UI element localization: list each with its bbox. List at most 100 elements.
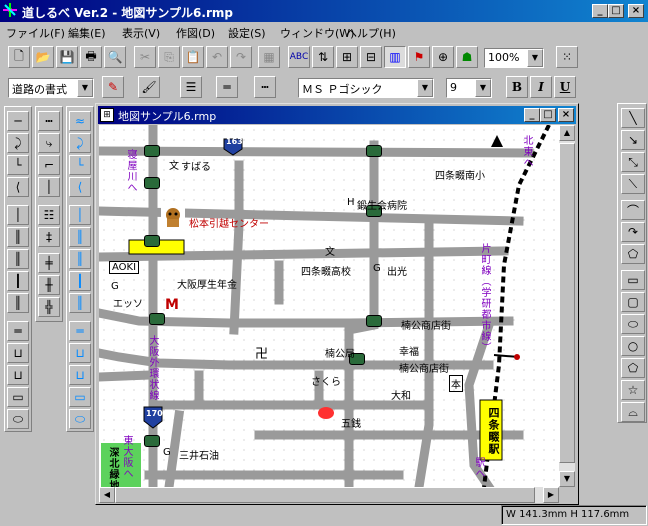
circle-icon[interactable]: ○ bbox=[621, 336, 645, 356]
map-icon[interactable]: ☗ bbox=[456, 46, 478, 68]
copy-icon[interactable]: ⎘ bbox=[158, 46, 180, 68]
column-icon[interactable]: ⊞ bbox=[336, 46, 358, 68]
arrow-line-icon[interactable]: ↘ bbox=[621, 130, 645, 150]
river-u-icon[interactable]: ⊔ bbox=[69, 343, 91, 363]
zoom-select[interactable]: 100% ▼ bbox=[484, 48, 544, 68]
road-icon[interactable]: ║ bbox=[7, 293, 29, 313]
triple-line-icon[interactable]: ┃ bbox=[7, 271, 29, 291]
print-preview-icon[interactable]: 🔍 bbox=[104, 46, 126, 68]
river-road-icon[interactable]: ║ bbox=[69, 293, 91, 313]
menu-window[interactable]: ウィンドウ(W) bbox=[280, 25, 354, 41]
curve-line-icon[interactable]: ⤸ bbox=[7, 133, 29, 153]
properties-icon[interactable]: ▦ bbox=[258, 46, 280, 68]
font-size-select[interactable]: 9 ▼ bbox=[446, 78, 492, 98]
callout-icon[interactable]: ⌓ bbox=[621, 402, 645, 422]
line-pattern-icon[interactable]: ┅ bbox=[254, 76, 276, 98]
redo-icon[interactable]: ↷ bbox=[230, 46, 252, 68]
cut-icon[interactable]: ✂ bbox=[134, 46, 156, 68]
ellipse-icon[interactable]: ⬭ bbox=[621, 314, 645, 334]
new-icon[interactable]: 🗋 bbox=[8, 46, 30, 68]
river-line-icon[interactable]: ≈ bbox=[69, 111, 91, 131]
italic-button[interactable]: I bbox=[530, 76, 552, 98]
scroll-up-icon[interactable]: ▲ bbox=[559, 125, 575, 141]
dash-road-icon[interactable]: ┅ bbox=[38, 111, 60, 131]
maximize-button[interactable]: □ bbox=[608, 4, 624, 18]
map-maximize-button[interactable]: □ bbox=[540, 108, 556, 122]
rail-triple-icon[interactable]: ╬ bbox=[38, 297, 60, 317]
bend-line-icon[interactable]: ⟨ bbox=[7, 177, 29, 197]
rectangle-icon[interactable]: ▭ bbox=[621, 270, 645, 290]
rail-horizontal-icon[interactable]: ╪ bbox=[38, 253, 60, 273]
bold-button[interactable]: B bbox=[506, 76, 528, 98]
river-bend-icon[interactable]: ⟨ bbox=[69, 177, 91, 197]
river-thick-icon[interactable]: ═ bbox=[69, 321, 91, 341]
river-oval-icon[interactable]: ⬭ bbox=[69, 409, 91, 429]
rect-road-icon[interactable]: ▭ bbox=[7, 387, 29, 407]
road-curve-icon[interactable]: ⤷ bbox=[38, 133, 60, 153]
horizontal-scrollbar[interactable]: ◀ ▶ bbox=[99, 487, 559, 503]
font-select[interactable]: ＭＳ Ｐゴシック ▼ bbox=[298, 78, 434, 98]
thick-road-icon[interactable]: ═ bbox=[7, 321, 29, 341]
dotgrid-icon[interactable]: ⁙ bbox=[556, 46, 578, 68]
pentagon-icon[interactable]: ⬠ bbox=[621, 358, 645, 378]
map-canvas[interactable]: M 163 170 文 すばる H 鍛生会病院 松本引越センター 四条畷南小 文… bbox=[99, 125, 559, 487]
rail-double-icon[interactable]: ╫ bbox=[38, 275, 60, 295]
menu-draw[interactable]: 作図(D) bbox=[176, 25, 215, 41]
horizontal-scroll-thumb[interactable] bbox=[115, 487, 535, 503]
river-vertical-icon[interactable]: │ bbox=[69, 205, 91, 225]
scroll-down-icon[interactable]: ▼ bbox=[559, 471, 575, 487]
minimize-button[interactable]: _ bbox=[592, 4, 608, 18]
vertical-line-icon[interactable]: │ bbox=[7, 205, 29, 225]
rail-icon[interactable]: ‡ bbox=[38, 227, 60, 247]
abc-text-button[interactable]: ABC bbox=[288, 46, 310, 68]
grid-icon[interactable]: ▥ bbox=[384, 46, 406, 68]
u-road2-icon[interactable]: ⊔ bbox=[7, 365, 29, 385]
river-curve-icon[interactable]: ⤸ bbox=[69, 133, 91, 153]
arc-arrow-icon[interactable]: ↷ bbox=[621, 222, 645, 242]
print-icon[interactable]: 🖶 bbox=[80, 46, 102, 68]
menu-help[interactable]: ヘルプ(H) bbox=[346, 25, 396, 41]
vertical-scrollbar[interactable]: ▲ ▼ bbox=[559, 125, 575, 487]
map-minimize-button[interactable]: _ bbox=[524, 108, 540, 122]
scroll-left-icon[interactable]: ◀ bbox=[99, 487, 115, 503]
river-triple-icon[interactable]: ┃ bbox=[69, 271, 91, 291]
arc-icon[interactable]: ⌒ bbox=[621, 200, 645, 220]
road-style-select[interactable]: 道路の書式 ▼ bbox=[8, 78, 94, 98]
river-double-icon[interactable]: ║ bbox=[69, 227, 91, 247]
road-corner-icon[interactable]: ⌐ bbox=[38, 155, 60, 175]
step-line-icon[interactable]: └ bbox=[7, 155, 29, 175]
oval-road-icon[interactable]: ⬭ bbox=[7, 409, 29, 429]
vertical-scroll-thumb[interactable] bbox=[559, 143, 575, 463]
line-shape-icon[interactable]: ╲ bbox=[621, 108, 645, 128]
scroll-right-icon[interactable]: ▶ bbox=[543, 487, 559, 503]
menu-edit[interactable]: 編集(E) bbox=[68, 25, 106, 41]
polygon-icon[interactable]: ⬠ bbox=[621, 244, 645, 264]
ladder-icon[interactable]: ☷ bbox=[38, 205, 60, 225]
layer-icon[interactable]: ☰ bbox=[180, 76, 202, 98]
star-icon[interactable]: ☆ bbox=[621, 380, 645, 400]
menu-view[interactable]: 表示(V) bbox=[122, 25, 160, 41]
road-straight-icon[interactable]: │ bbox=[38, 177, 60, 197]
rounded-rect-icon[interactable]: ▢ bbox=[621, 292, 645, 312]
zoom-tool-icon[interactable]: ⊕ bbox=[432, 46, 454, 68]
river-u2-icon[interactable]: ⊔ bbox=[69, 365, 91, 385]
u-road-icon[interactable]: ⊔ bbox=[7, 343, 29, 363]
underline-button[interactable]: U bbox=[554, 76, 576, 98]
single-line-icon[interactable]: ─ bbox=[7, 111, 29, 131]
undo-icon[interactable]: ↶ bbox=[206, 46, 228, 68]
river-wide-icon[interactable]: ║ bbox=[69, 249, 91, 269]
menu-file[interactable]: ファイル(F) bbox=[6, 25, 65, 41]
save-icon[interactable]: 💾 bbox=[56, 46, 78, 68]
flag-icon[interactable]: ⚑ bbox=[408, 46, 430, 68]
map-close-button[interactable]: × bbox=[558, 108, 574, 122]
open-icon[interactable]: 📂 bbox=[32, 46, 54, 68]
menu-settings[interactable]: 設定(S) bbox=[228, 25, 266, 41]
fill-color-icon[interactable]: 🖌 bbox=[138, 76, 160, 98]
wide-road-icon[interactable]: ║ bbox=[7, 249, 29, 269]
close-button[interactable]: × bbox=[628, 4, 644, 18]
line-style-icon[interactable]: ═ bbox=[216, 76, 238, 98]
double-arrow-icon[interactable]: ⤡ bbox=[621, 152, 645, 172]
double-line-icon[interactable]: ║ bbox=[7, 227, 29, 247]
line-color-icon[interactable]: ✎ bbox=[102, 76, 124, 98]
river-step-icon[interactable]: └ bbox=[69, 155, 91, 175]
